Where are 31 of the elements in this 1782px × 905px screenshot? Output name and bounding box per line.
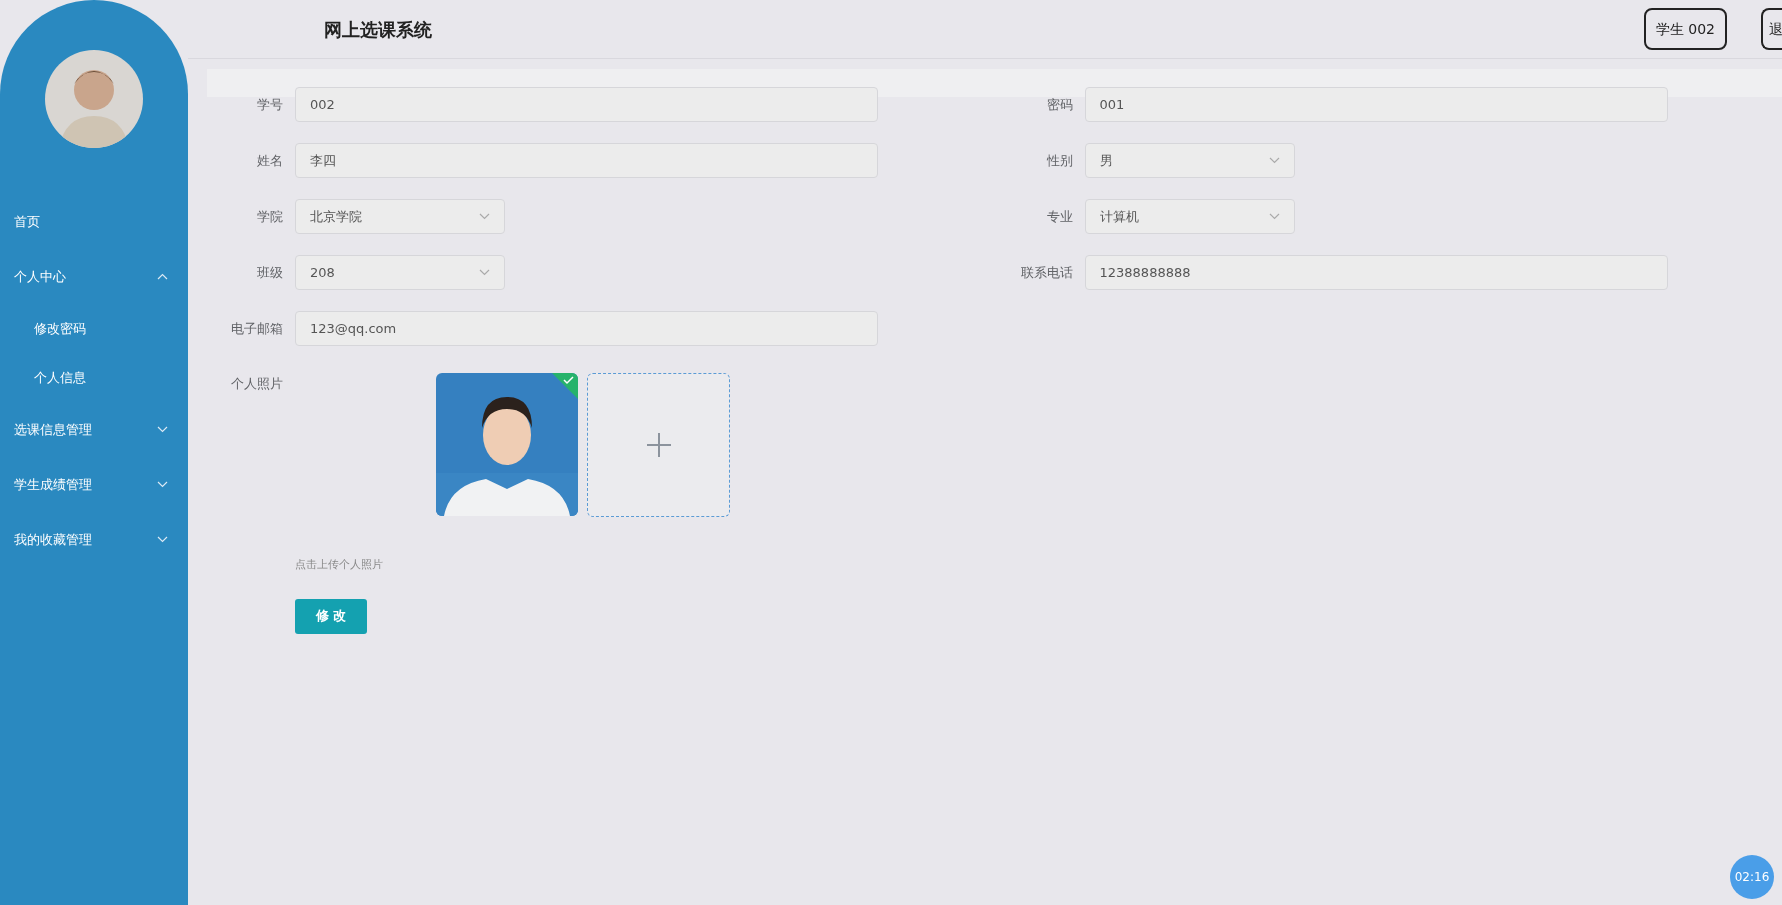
sidebar-subitem[interactable]: 修改密码 <box>0 304 188 353</box>
field-label: 学院 <box>256 208 284 226</box>
input-field[interactable]: 001 <box>1084 87 1668 122</box>
sidebar-item[interactable]: 选课信息管理 <box>0 402 188 457</box>
field-label: 学号 <box>256 96 284 114</box>
user-button[interactable]: 学生 002 <box>1643 8 1727 50</box>
timer-badge: 02:16 <box>1730 855 1774 899</box>
field-label: 性别 <box>1045 152 1074 170</box>
sidebar-item[interactable]: 首页 <box>0 194 188 249</box>
hint-text: 点击上传个人照片 <box>295 557 384 573</box>
input-field[interactable]: 123@qq.com <box>295 311 878 346</box>
field-label: 联系电话 <box>1019 264 1074 282</box>
field-label: 密码 <box>1045 96 1074 114</box>
sidebar-item[interactable]: 学生成绩管理 <box>0 457 188 512</box>
field-label: 姓名 <box>256 152 284 170</box>
app-title: 网上选课系统 <box>324 17 432 42</box>
select-field[interactable]: 北京学院 <box>295 199 505 234</box>
select-field[interactable]: 计算机 <box>1084 199 1295 234</box>
select-field[interactable]: 208 <box>295 255 505 290</box>
logout-button[interactable]: 退 <box>1761 8 1782 50</box>
sidebar-subitem[interactable]: 个人信息 <box>0 353 188 402</box>
input-field[interactable]: 李四 <box>295 143 878 178</box>
field-label: 班级 <box>256 264 284 282</box>
input-field[interactable]: 002 <box>295 87 878 122</box>
select-field[interactable]: 男 <box>1084 143 1295 178</box>
field-label: 个人照片 <box>230 375 284 393</box>
field-label: 专业 <box>1045 208 1074 226</box>
field-label: 电子邮箱 <box>230 320 284 338</box>
sidebar-item[interactable]: 个人中心 <box>0 249 188 304</box>
sidebar-item[interactable]: 我的收藏管理 <box>0 512 188 567</box>
input-field[interactable]: 12388888888 <box>1084 255 1668 290</box>
